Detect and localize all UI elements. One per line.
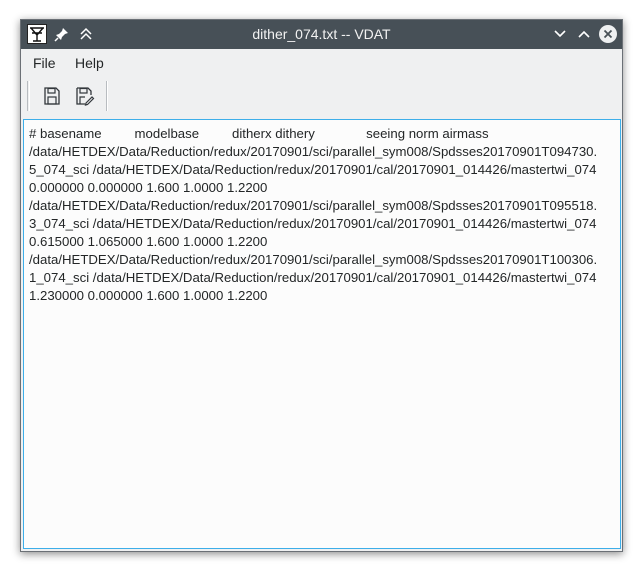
title-bar[interactable]: dither_074.txt -- VDAT bbox=[21, 20, 622, 49]
toolbar-separator bbox=[106, 81, 108, 111]
text-line: 0.000000 0.000000 1.600 1.0000 1.2200 bbox=[29, 180, 268, 195]
save-as-button[interactable] bbox=[73, 85, 95, 107]
minimize-icon[interactable] bbox=[552, 26, 568, 42]
window-title: dither_074.txt -- VDAT bbox=[252, 26, 391, 42]
close-icon[interactable] bbox=[599, 25, 617, 43]
shade-icon[interactable] bbox=[78, 26, 94, 42]
text-line: 3_074_sci /data/HETDEX/Data/Reduction/re… bbox=[29, 216, 597, 231]
text-line: /data/HETDEX/Data/Reduction/redux/201709… bbox=[29, 144, 598, 159]
text-line: /data/HETDEX/Data/Reduction/redux/201709… bbox=[29, 252, 598, 267]
pin-icon[interactable] bbox=[54, 26, 70, 42]
vdat-window: dither_074.txt -- VDAT File Help # basen… bbox=[20, 19, 623, 552]
maximize-icon[interactable] bbox=[576, 26, 592, 42]
text-line: 1_074_sci /data/HETDEX/Data/Reduction/re… bbox=[29, 270, 597, 285]
menu-help[interactable]: Help bbox=[75, 55, 104, 71]
menu-bar: File Help bbox=[21, 49, 622, 75]
save-as-icon bbox=[76, 87, 95, 106]
menu-file[interactable]: File bbox=[33, 55, 56, 71]
save-icon bbox=[44, 87, 60, 105]
text-line: # basename modelbase ditherx dithery see… bbox=[29, 126, 489, 141]
toolbar-grip[interactable] bbox=[27, 81, 30, 111]
save-button[interactable] bbox=[41, 85, 63, 107]
text-line: 0.615000 1.065000 1.600 1.0000 1.2200 bbox=[29, 234, 268, 249]
text-line: /data/HETDEX/Data/Reduction/redux/201709… bbox=[29, 198, 598, 213]
text-editor[interactable]: # basename modelbase ditherx dithery see… bbox=[23, 119, 621, 549]
toolbar bbox=[21, 75, 622, 117]
app-icon[interactable] bbox=[27, 24, 47, 44]
text-line: 5_074_sci /data/HETDEX/Data/Reduction/re… bbox=[29, 162, 597, 177]
text-line: 1.230000 0.000000 1.600 1.0000 1.2200 bbox=[29, 288, 268, 303]
